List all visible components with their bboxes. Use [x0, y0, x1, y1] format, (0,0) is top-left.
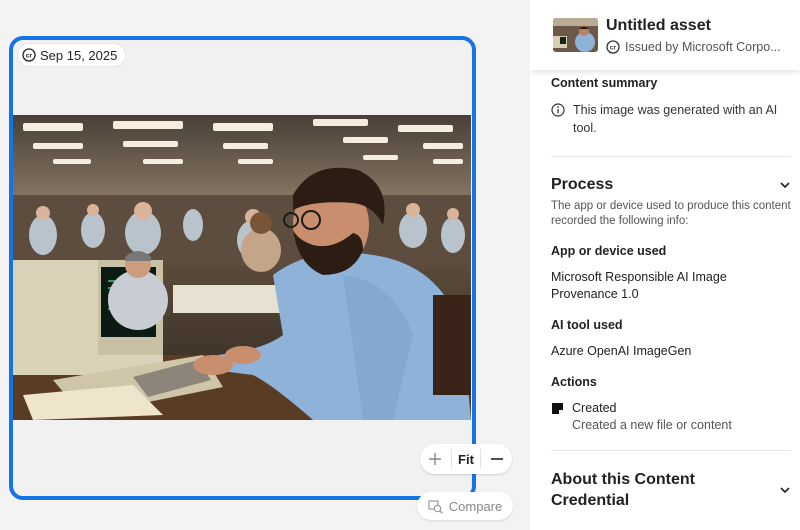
compare-label: Compare	[448, 498, 503, 514]
image-canvas: cr Sep 15, 2025 Fit Compare	[0, 0, 530, 530]
asset-thumbnail	[553, 18, 598, 52]
app-value: Microsoft Responsible AI Image Provenanc…	[551, 270, 727, 301]
created-icon	[552, 403, 563, 414]
process-description: The app or device used to produce this c…	[551, 200, 791, 227]
issuer-line: cr Issued by Microsoft Corpo...	[606, 40, 781, 54]
process-header[interactable]: Process	[551, 176, 791, 194]
content-credentials-icon: cr	[606, 39, 620, 54]
compare-button[interactable]: Compare	[417, 492, 513, 520]
actions-label: Actions	[551, 375, 597, 389]
credentials-panel: Untitled asset cr Issued by Microsoft Co…	[530, 0, 800, 530]
compare-icon	[428, 499, 443, 514]
action-item: Created Created a new file or content	[551, 401, 792, 432]
zoom-controls: Fit	[420, 444, 512, 474]
asset-title: Untitled asset	[606, 16, 711, 34]
chevron-down-icon	[780, 487, 790, 494]
content-credentials-icon: cr	[22, 48, 36, 62]
issuer-text: Issued by Microsoft Corpo...	[625, 39, 781, 54]
action-title: Created	[572, 401, 617, 415]
content-summary: This image was generated with an AI tool…	[551, 101, 792, 137]
ai-tool-label: AI tool used	[551, 318, 623, 332]
zoom-out-button[interactable]	[483, 444, 511, 474]
svg-text:cr: cr	[26, 53, 33, 60]
process-title: Process	[551, 176, 614, 193]
ai-tool-value: Azure OpenAI ImageGen	[551, 344, 692, 358]
app-label: App or device used	[551, 244, 667, 258]
info-icon	[551, 103, 565, 117]
plus-icon	[429, 453, 442, 465]
divider	[551, 450, 791, 451]
action-description: Created a new file or content	[572, 418, 732, 432]
panel-content: Content summary This image was generated…	[551, 70, 800, 511]
about-title: About this Content Credential	[551, 471, 695, 509]
divider	[551, 156, 791, 157]
content-summary-label: Content summary	[551, 76, 658, 90]
about-header[interactable]: About this Content Credential	[551, 469, 791, 511]
date-label: Sep 15, 2025	[40, 47, 118, 63]
fit-button[interactable]: Fit	[451, 449, 481, 469]
asset-image[interactable]	[13, 115, 471, 420]
content-summary-text: This image was generated with an AI tool…	[573, 103, 778, 135]
minus-icon	[490, 458, 503, 460]
chevron-down-icon	[780, 182, 790, 189]
svg-text:cr: cr	[610, 44, 617, 51]
date-chip[interactable]: cr Sep 15, 2025	[18, 44, 126, 66]
panel-header: Untitled asset cr Issued by Microsoft Co…	[530, 0, 800, 70]
zoom-in-button[interactable]	[421, 444, 449, 474]
